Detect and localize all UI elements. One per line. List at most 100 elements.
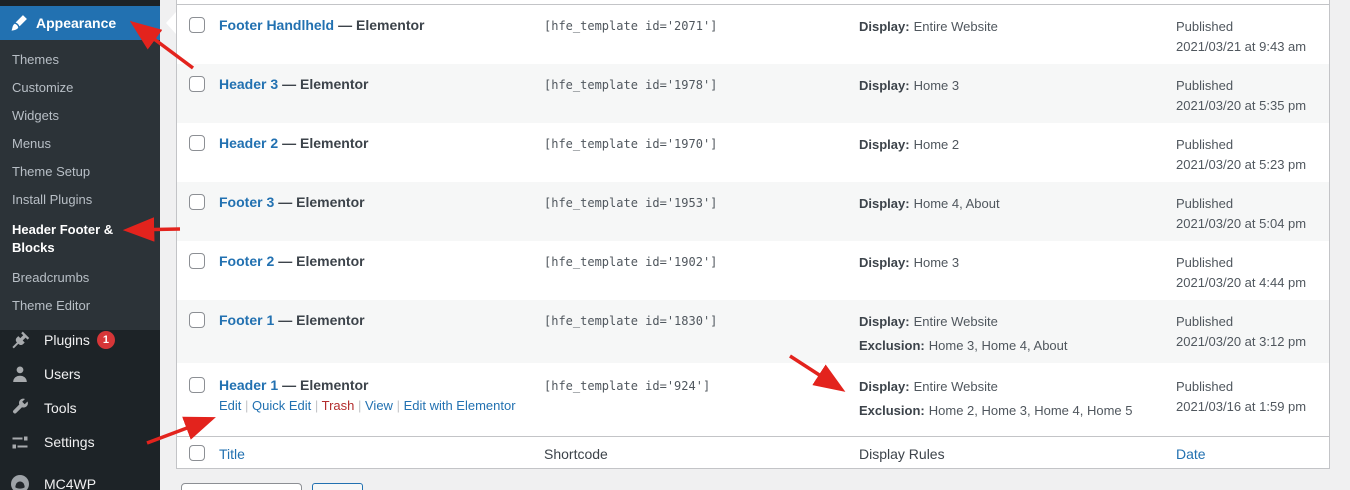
table-row: Footer 2— Elementor [hfe_template id='19… [177,241,1329,300]
row-checkbox[interactable] [189,17,205,33]
sidebar-item-menus[interactable]: Menus [0,130,160,158]
display-label: Display: [859,255,910,270]
status-text: Published [1176,76,1321,96]
paintbrush-icon [10,14,28,32]
display-value: Home 4, About [914,196,1000,211]
sidebar-item-plugins[interactable]: Plugins 1 [0,323,160,357]
table-row: Header 1— Elementor EditQuick EditTrashV… [177,363,1329,436]
shortcode-text: [hfe_template id='1830'] [536,300,851,363]
sidebar-item-settings[interactable]: Settings [0,425,160,459]
sidebar-item-label: Users [44,366,81,382]
row-checkbox[interactable] [189,312,205,328]
shortcode-text: [hfe_template id='1970'] [536,123,851,182]
row-actions: EditQuick EditTrashViewEdit with Element… [219,398,528,413]
sidebar-item-header-footer-blocks[interactable]: Header Footer & Blocks [0,214,160,264]
quick-edit-link[interactable]: Quick Edit [252,398,322,413]
display-value: Entire Website [914,19,998,34]
template-title-link[interactable]: Footer 2 [219,253,274,269]
template-title-link[interactable]: Footer 3 [219,194,274,210]
template-title-link[interactable]: Header 3 [219,76,278,92]
template-title-link[interactable]: Footer Handlheld [219,17,334,33]
sidebar-item-theme-setup[interactable]: Theme Setup [0,158,160,186]
shortcode-text: [hfe_template id='924'] [536,363,851,436]
date-text: 2021/03/20 at 5:35 pm [1176,96,1321,116]
table-row: Header 3— Elementor [hfe_template id='19… [177,64,1329,123]
date-text: 2021/03/20 at 5:04 pm [1176,214,1321,234]
template-title-link[interactable]: Header 2 [219,135,278,151]
sidebar-item-install-plugins[interactable]: Install Plugins [0,186,160,214]
sidebar-item-label: Plugins [44,332,90,348]
row-checkbox[interactable] [189,253,205,269]
display-value: Entire Website [914,314,998,329]
shortcode-text: [hfe_template id='1902'] [536,241,851,300]
table-row: Footer 1— Elementor [hfe_template id='18… [177,300,1329,363]
sidebar-item-theme-editor[interactable]: Theme Editor [0,292,160,320]
row-checkbox[interactable] [189,194,205,210]
sidebar-item-appearance[interactable]: Appearance [0,6,160,40]
display-label: Display: [859,314,910,329]
shortcode-text: [hfe_template id='2071'] [536,5,851,64]
column-header-date[interactable]: Date [1168,437,1329,468]
appearance-submenu: Themes Customize Widgets Menus Theme Set… [0,40,160,330]
admin-content-area: Footer Handlheld— Elementor [hfe_templat… [160,0,1350,490]
status-text: Published [1176,17,1321,37]
post-state-label: — Elementor [282,377,368,393]
wrench-icon [10,398,30,418]
sidebar-item-label: Tools [44,400,77,416]
mc4wp-icon [10,474,30,490]
column-header-title[interactable]: Title [213,437,536,468]
apply-button[interactable] [312,483,363,490]
post-state-label: — Elementor [338,17,424,33]
sidebar-item-mc4wp[interactable]: MC4WP [0,467,160,490]
view-link[interactable]: View [365,398,404,413]
display-label: Display: [859,19,910,34]
date-text: 2021/03/20 at 4:44 pm [1176,273,1321,293]
edit-with-elementor-link[interactable]: Edit with Elementor [404,398,516,413]
row-checkbox[interactable] [189,135,205,151]
select-all-checkbox[interactable] [189,445,205,461]
exclusion-label: Exclusion: [859,403,925,418]
sliders-icon [10,432,30,452]
shortcode-text: [hfe_template id='1978'] [536,64,851,123]
post-state-label: — Elementor [282,76,368,92]
bulk-actions-select[interactable] [181,483,302,490]
sidebar-item-label: Appearance [36,15,116,31]
templates-list-table: Footer Handlheld— Elementor [hfe_templat… [176,0,1330,469]
status-text: Published [1176,377,1321,397]
display-label: Display: [859,379,910,394]
display-value: Entire Website [914,379,998,394]
row-checkbox[interactable] [189,76,205,92]
date-text: 2021/03/16 at 1:59 pm [1176,397,1321,417]
exclusion-label: Exclusion: [859,338,925,353]
date-text: 2021/03/20 at 3:12 pm [1176,332,1321,352]
date-text: 2021/03/20 at 5:23 pm [1176,155,1321,175]
sidebar-item-label: MC4WP [44,476,96,490]
status-text: Published [1176,135,1321,155]
admin-sidebar: Appearance Themes Customize Widgets Menu… [0,0,160,490]
sidebar-item-customize[interactable]: Customize [0,74,160,102]
display-label: Display: [859,137,910,152]
current-menu-arrow [166,12,176,34]
wp-admin-page: Appearance Themes Customize Widgets Menu… [0,0,1350,490]
status-text: Published [1176,194,1321,214]
sidebar-item-tools[interactable]: Tools [0,391,160,425]
sidebar-item-widgets[interactable]: Widgets [0,102,160,130]
table-row: Footer Handlheld— Elementor [hfe_templat… [177,5,1329,64]
sidebar-item-breadcrumbs[interactable]: Breadcrumbs [0,264,160,292]
trash-link[interactable]: Trash [322,398,365,413]
plugins-update-badge: 1 [97,331,115,349]
post-state-label: — Elementor [278,253,364,269]
sidebar-item-users[interactable]: Users [0,357,160,391]
post-state-label: — Elementor [278,312,364,328]
edit-link[interactable]: Edit [219,398,252,413]
column-header-shortcode: Shortcode [536,437,851,468]
admin-main-menu: Plugins 1 Users Tools Settings [0,323,160,490]
sidebar-item-themes[interactable]: Themes [0,46,160,74]
template-title-link[interactable]: Footer 1 [219,312,274,328]
shortcode-text: [hfe_template id='1953'] [536,182,851,241]
users-icon [10,364,30,384]
display-label: Display: [859,196,910,211]
template-title-link[interactable]: Header 1 [219,377,278,393]
table-row: Footer 3— Elementor [hfe_template id='19… [177,182,1329,241]
row-checkbox[interactable] [189,377,205,393]
